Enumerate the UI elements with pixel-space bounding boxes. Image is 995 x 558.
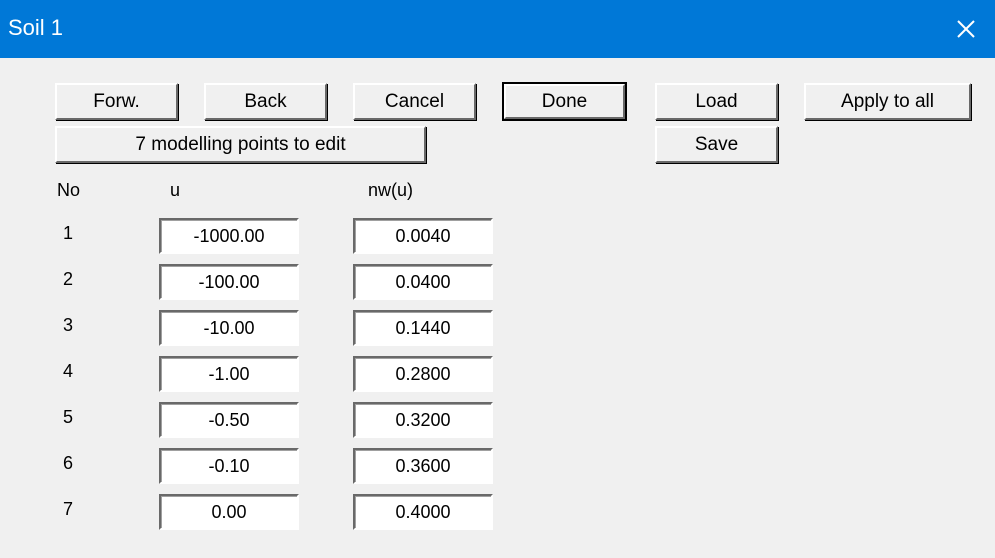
row-number: 6 [63, 453, 74, 473]
u-value-field[interactable]: 0.00 [159, 494, 299, 530]
nw-value-field[interactable]: 0.3600 [353, 448, 493, 484]
forward-button[interactable]: Forw. [55, 83, 178, 120]
back-button-label: Back [244, 90, 287, 112]
u-value-field[interactable]: -100.00 [159, 264, 299, 300]
u-value-field[interactable]: -0.10 [159, 448, 299, 484]
dialog-client-area: Forw. Back Cancel Done Load Apply to all… [8, 58, 987, 550]
column-header-nw: nw(u) [368, 180, 414, 200]
nw-value-field[interactable]: 0.1440 [353, 310, 493, 346]
u-value-field[interactable]: -0.50 [159, 402, 299, 438]
back-button[interactable]: Back [204, 83, 327, 120]
load-button-label: Load [695, 90, 738, 112]
done-button[interactable]: Done [502, 82, 627, 121]
u-value-field[interactable]: -10.00 [159, 310, 299, 346]
close-button[interactable] [937, 0, 995, 58]
nw-value-field[interactable]: 0.0400 [353, 264, 493, 300]
u-value-field[interactable]: -1.00 [159, 356, 299, 392]
modelling-points-button-label: 7 modelling points to edit [135, 133, 346, 155]
dialog-window: Soil 1 Forw. Back Cancel Done Load Apply… [0, 0, 995, 558]
close-icon [957, 20, 975, 38]
u-value-field[interactable]: -1000.00 [159, 218, 299, 254]
row-number: 7 [63, 499, 74, 519]
window-title: Soil 1 [8, 15, 64, 40]
title-bar[interactable]: Soil 1 [0, 0, 995, 58]
cancel-button-label: Cancel [384, 90, 445, 112]
nw-value-field[interactable]: 0.4000 [353, 494, 493, 530]
nw-value-field[interactable]: 0.2800 [353, 356, 493, 392]
save-button-label: Save [694, 133, 739, 155]
modelling-points-button[interactable]: 7 modelling points to edit [55, 126, 426, 163]
save-button[interactable]: Save [655, 126, 778, 163]
row-number: 4 [63, 361, 74, 381]
nw-value-field[interactable]: 0.3200 [353, 402, 493, 438]
apply-to-all-button[interactable]: Apply to all [804, 83, 971, 120]
apply-to-all-button-label: Apply to all [841, 90, 934, 112]
row-number: 5 [63, 407, 74, 427]
forward-button-label: Forw. [93, 90, 140, 112]
load-button[interactable]: Load [655, 83, 778, 120]
done-button-label: Done [541, 90, 588, 112]
column-header-u: u [170, 180, 181, 200]
nw-value-field[interactable]: 0.0040 [353, 218, 493, 254]
cancel-button[interactable]: Cancel [353, 83, 476, 120]
row-number: 1 [63, 223, 74, 243]
row-number: 3 [63, 315, 74, 335]
column-header-no: No [57, 180, 81, 200]
row-number: 2 [63, 269, 74, 289]
